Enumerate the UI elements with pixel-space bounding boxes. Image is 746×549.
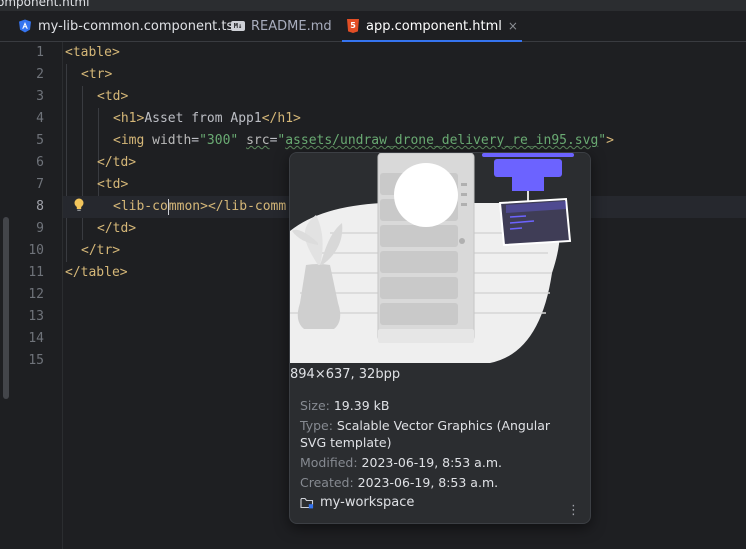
line-number: 4 [36, 111, 44, 126]
line-number: 6 [36, 155, 44, 170]
line-number: 11 [28, 265, 44, 280]
editor-gutter: 1 2 3 4 5 6 7 8 9 10 11 12 13 14 15 [0, 42, 63, 549]
image-preview [290, 153, 590, 365]
type-label: Type: [300, 418, 333, 433]
line-number: 5 [36, 133, 44, 148]
modified-label: Modified: [300, 455, 358, 470]
line-number: 12 [28, 287, 44, 302]
editor-tab-bar: my-lib-common.component.ts M↓ README.md … [0, 11, 746, 42]
tab-label: app.component.html [366, 18, 502, 34]
modified-row: Modified: 2023-06-19, 8:53 a.m. [300, 454, 570, 471]
code-line-4: <h1>Asset from App1</h1> [113, 111, 301, 126]
indent-guide [66, 64, 67, 262]
line-number: 14 [28, 331, 44, 346]
more-options-icon[interactable]: ⋮ [567, 503, 580, 518]
angular-icon [18, 19, 32, 33]
tab-label: my-lib-common.component.ts [38, 18, 234, 34]
type-value: Scalable Vector Graphics (Angular SVG te… [300, 418, 551, 450]
image-preview-popup: 894×637, 32bpp Size: 19.39 kB Type: Scal… [289, 152, 591, 524]
location-row[interactable]: my-workspace [300, 495, 414, 510]
created-value: 2023-06-19, 8:53 a.m. [357, 475, 499, 490]
code-line-5: <img width="300" src="assets/undraw_dron… [113, 133, 614, 148]
markdown-icon: M↓ [231, 19, 245, 33]
line-number: 7 [36, 177, 44, 192]
line-number: 3 [36, 89, 44, 104]
file-type-row: Type: Scalable Vector Graphics (Angular … [300, 417, 570, 451]
created-label: Created: [300, 475, 354, 490]
tab-readme-md[interactable]: M↓ README.md [231, 11, 332, 41]
size-label: Size: [300, 398, 330, 413]
window-title-bar: omponent.html [0, 0, 746, 11]
line-number: 10 [28, 243, 44, 258]
tab-my-lib-common-component-ts[interactable]: my-lib-common.component.ts [18, 11, 233, 41]
close-tab-icon[interactable]: × [508, 19, 518, 33]
line-number: 9 [36, 221, 44, 236]
file-size-row: Size: 19.39 kB [300, 397, 570, 414]
line-number-current: 8 [36, 199, 44, 214]
line-number: 15 [28, 353, 44, 368]
window-title: omponent.html [0, 0, 90, 9]
code-line-1: <table> [65, 45, 120, 60]
image-dimensions: 894×637, 32bpp [290, 367, 401, 382]
line-number: 2 [36, 67, 44, 82]
line-number: 13 [28, 309, 44, 324]
folder-name: my-workspace [320, 495, 415, 510]
intention-bulb-icon[interactable] [73, 197, 85, 211]
created-row: Created: 2023-06-19, 8:53 a.m. [300, 474, 570, 491]
modified-value: 2023-06-19, 8:53 a.m. [361, 455, 502, 470]
code-line-2: <tr> [81, 67, 113, 82]
line-number: 1 [36, 45, 44, 60]
folder-icon [300, 497, 314, 509]
code-line-3: <td> [97, 89, 129, 104]
tab-app-component-html[interactable]: 5 app.component.html × [342, 11, 522, 42]
html5-icon: 5 [346, 19, 360, 33]
tab-label: README.md [251, 18, 332, 34]
size-value: 19.39 kB [333, 398, 390, 413]
